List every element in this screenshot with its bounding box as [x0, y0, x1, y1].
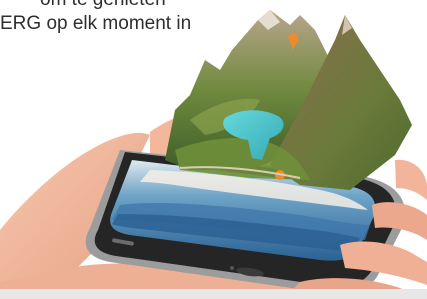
bottom-bar: [0, 289, 427, 299]
mountain-landscape: [165, 10, 412, 190]
phone-landscape-illustration: [0, 10, 427, 294]
